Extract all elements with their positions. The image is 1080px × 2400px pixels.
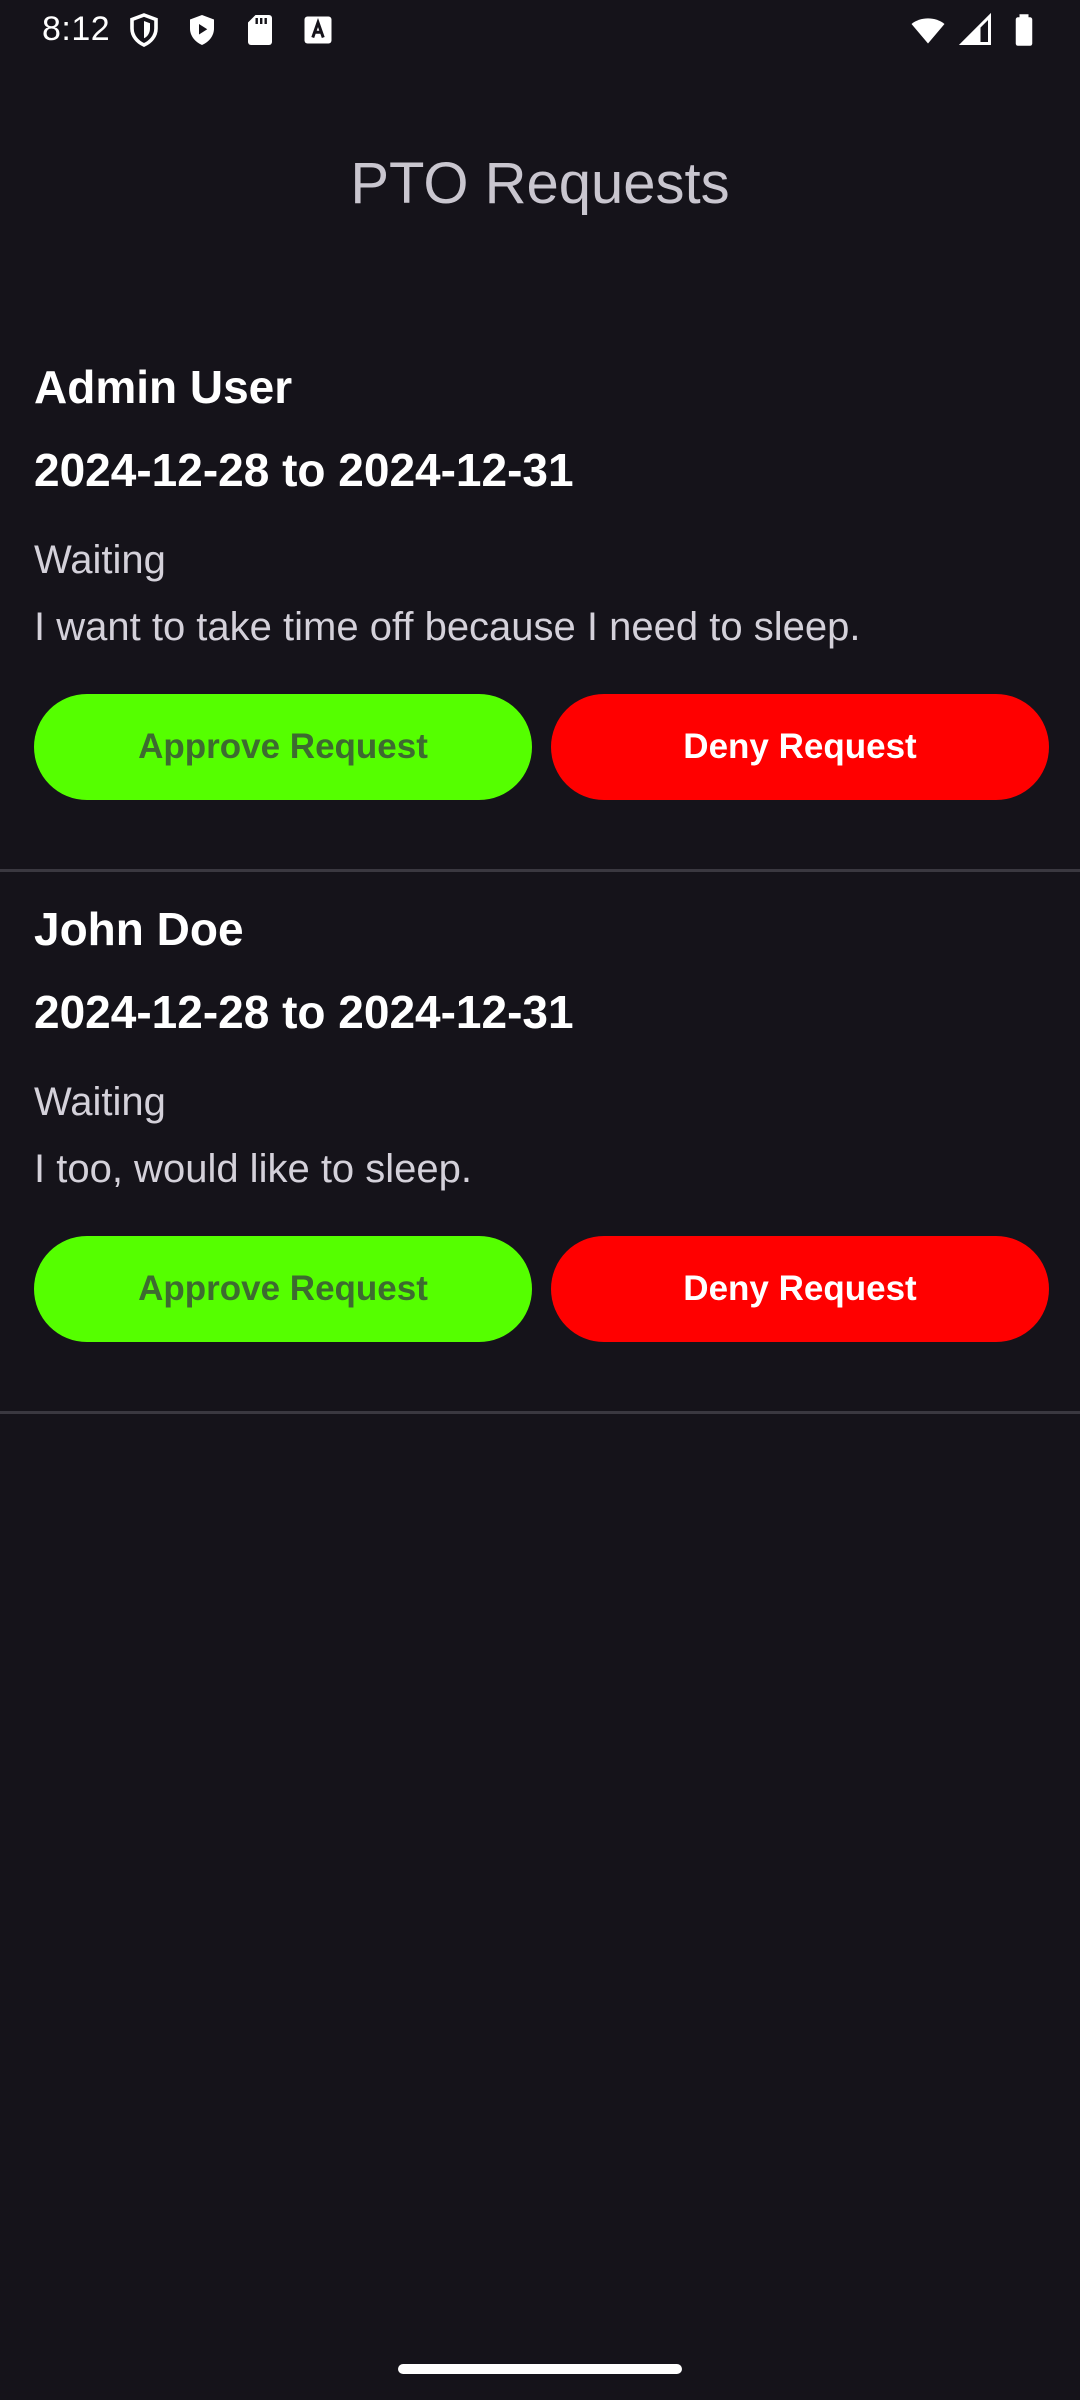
status-time: 8:12 [42, 10, 111, 48]
deny-request-button[interactable]: Deny Request [551, 1236, 1049, 1342]
play-protect-icon [184, 12, 220, 48]
approve-request-button[interactable]: Approve Request [34, 694, 532, 800]
page-title: PTO Requests [350, 151, 730, 216]
status-left-icons [126, 12, 336, 48]
request-reason: I too, would like to sleep. [34, 1147, 473, 1191]
request-card: Admin User 2024-12-28 to 2024-12-31 Wait… [0, 330, 1080, 872]
status-bar: 8:12 [0, 0, 1080, 62]
requester-name: John Doe [34, 903, 244, 955]
shield-icon [126, 12, 162, 48]
requester-name: Admin User [34, 361, 293, 413]
request-reason: I want to take time off because I need t… [34, 605, 861, 649]
font-a-icon [300, 12, 336, 48]
approve-request-button[interactable]: Approve Request [34, 1236, 532, 1342]
request-card: John Doe 2024-12-28 to 2024-12-31 Waitin… [0, 872, 1080, 1414]
battery-icon [1006, 12, 1042, 48]
request-status: Waiting [34, 538, 166, 582]
request-dates: 2024-12-28 to 2024-12-31 [34, 444, 574, 496]
request-list: Admin User 2024-12-28 to 2024-12-31 Wait… [0, 330, 1080, 1414]
home-indicator[interactable] [398, 2364, 682, 2374]
status-right-icons [910, 12, 1042, 48]
request-dates: 2024-12-28 to 2024-12-31 [34, 986, 574, 1038]
wifi-icon [910, 12, 946, 48]
signal-icon [958, 12, 994, 48]
request-status: Waiting [34, 1080, 166, 1124]
sd-card-icon [242, 12, 278, 48]
screen: 8:12 PTO Requests Admin User 2024-12-28 … [0, 0, 1080, 2400]
deny-request-button[interactable]: Deny Request [551, 694, 1049, 800]
